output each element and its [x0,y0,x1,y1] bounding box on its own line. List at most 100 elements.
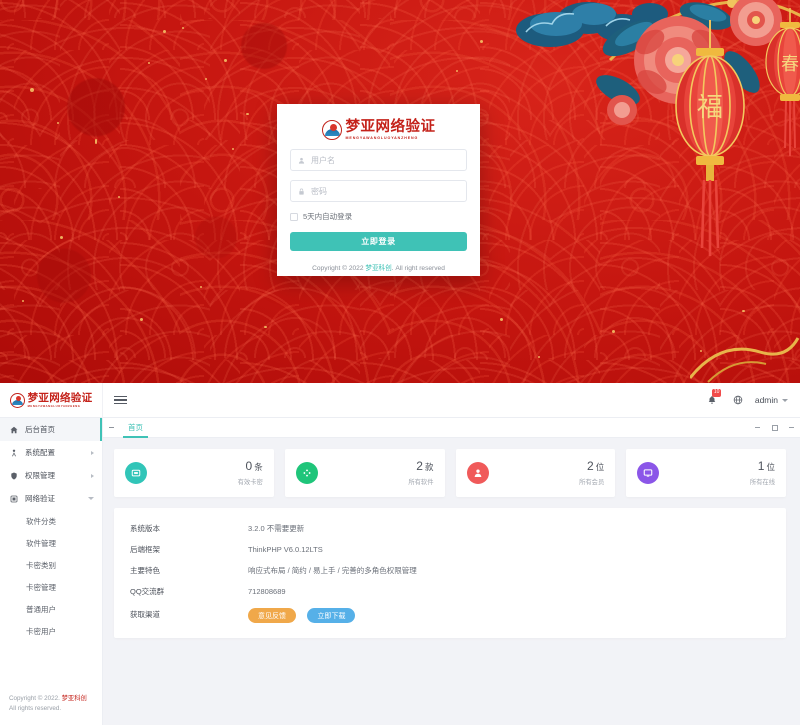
stat-label: 有效卡密 [237,479,263,487]
hamburger-icon[interactable] [103,383,137,418]
sidebar-footer-suffix: All rights reserved. [9,705,62,713]
stat-value: 2 [587,458,594,473]
sidebar-subitem-label: 软件管理 [26,538,56,548]
login-screen: 福 春 梦亚网络验证 MENGYAWANGLUOYANZHENG 用户名 5天内… [0,0,800,383]
sidebar-item-label: 系统配置 [25,448,55,457]
admin-header: 梦亚网络验证 MENGYAWANGLUOYANZHENG 10 admin [0,383,800,418]
login-brand: 梦亚网络验证 MENGYAWANGLUOYANZHENG [290,116,467,141]
sidebar-item-label: 权限管理 [25,471,55,480]
lantern-decoration-small: 春 [765,8,800,156]
sidebar-subitem-card-user[interactable]: 卡密用户 [0,620,102,642]
info-row: QQ交流群 712808689 [114,581,786,602]
stat-card-all-online[interactable]: 1位 所有在线 [626,449,786,497]
stat-unit: 位 [595,461,605,472]
stat-label: 所有会员 [579,479,605,487]
username-field[interactable] [290,149,467,172]
download-button[interactable]: 立即下载 [307,608,356,624]
stat-label: 所有在线 [749,479,775,487]
stat-card-valid-cards[interactable]: 0条 有效卡密 [114,449,274,497]
info-value: 3.2.0 不需要更新 [248,524,305,533]
login-card: 梦亚网络验证 MENGYAWANGLUOYANZHENG 用户名 5天内自动登录… [277,104,480,276]
sidebar-item-network-auth[interactable]: 网络验证 [0,487,102,510]
system-info-panel: 系统版本 3.2.0 不需要更新 后端框架 ThinkPHP V6.0.12LT… [114,508,786,638]
tab-home[interactable]: 首页 [119,418,152,438]
stat-label: 所有软件 [408,479,434,487]
admin-dashboard: 梦亚网络验证 MENGYAWANGLUOYANZHENG 10 admin 后台… [0,383,800,725]
lock-icon [291,188,311,195]
info-value: 712808689 [248,587,286,596]
feedback-button[interactable]: 意见反馈 [248,608,296,624]
password-field[interactable] [290,180,467,203]
sidebar-subitem-card-category[interactable]: 卡密类别 [0,554,102,576]
person-gear-icon [8,449,19,457]
brand-logo-icon [321,120,342,141]
sidebar-subitem-software-manage[interactable]: 软件管理 [0,532,102,554]
sidebar-subitem-label: 卡密用户 [26,626,56,636]
header-brand-subtitle: MENGYAWANGLUOYANZHENG [27,404,81,408]
network-shield-icon [8,495,19,503]
sidebar-footer-brand: 梦亚科创 [61,694,87,702]
content-area: 首页 0条 有效卡密 2 款 所有软件 2 位 所有会员 1 位 所有在线 系统… [103,418,800,725]
sidebar-subitem-software-category[interactable]: 软件分类 [0,510,102,532]
sidebar-item-dashboard[interactable]: 后台首页 [0,418,102,441]
stat-card-all-software[interactable]: 2款 所有软件 [284,449,445,497]
info-key: 主要特色 [130,566,160,575]
tab-options-button[interactable] [783,418,800,438]
info-row: 后端框架 ThinkPHP V6.0.12LTS [114,539,786,560]
sidebar-item-permission[interactable]: 权限管理 [0,464,102,487]
username-input[interactable] [311,150,466,171]
tab-label: 首页 [128,423,143,432]
brand-title: 梦亚网络验证 [345,119,436,135]
info-key: 系统版本 [130,524,160,533]
stat-unit: 款 [424,461,434,472]
info-row: 主要特色 响应式布局 / 简约 / 易上手 / 完善的多角色权限管理 [114,560,786,581]
gold-swirl-decoration [690,337,800,383]
bell-icon[interactable]: 10 [699,383,725,418]
remember-me-checkbox[interactable] [290,212,298,221]
tab-bar-controls [749,418,800,438]
tab-scroll-left-button[interactable] [103,418,119,438]
tab-scroll-right-button[interactable] [749,418,766,438]
notification-badge: 10 [711,388,722,397]
user-icon [291,157,311,164]
card-icon [125,462,147,484]
svg-text:福: 福 [697,93,723,123]
sidebar-item-system-config[interactable]: 系统配置 [0,441,102,464]
sidebar-subitem-normal-user[interactable]: 普通用户 [0,598,102,620]
sidebar-item-label: 网络验证 [25,494,55,503]
info-row-channel: 获取渠道 意见反馈 立即下载 [114,602,786,626]
password-input[interactable] [311,181,466,202]
stat-card-all-members[interactable]: 2位 所有会员 [455,449,616,497]
stat-value: 0 [245,458,253,473]
tab-refresh-button[interactable] [766,418,783,438]
sidebar-subitem-card-manage[interactable]: 卡密管理 [0,576,102,598]
info-key: 后端框架 [130,545,160,554]
chevron-right-icon [91,450,94,455]
sidebar: 后台首页 系统配置 权限管理 网络验证 软件分类 软件管理 卡密类别 卡密管理 … [0,418,103,725]
info-value: ThinkPHP V6.0.12LTS [248,545,323,554]
sidebar-subitem-label: 卡密管理 [26,582,56,592]
stat-value: 2 [416,458,423,473]
header-brand-title: 梦亚网络验证 [27,391,93,404]
user-menu[interactable]: admin [751,383,800,418]
header-logo[interactable]: 梦亚网络验证 MENGYAWANGLUOYANZHENG [0,383,103,418]
sidebar-footer-copyright: Copyright © 2022. 梦亚科创 All rights reserv… [0,684,102,725]
login-copyright-suffix: . All right reserved [391,265,445,273]
brand-subtitle: MENGYAWANGLUOYANZHENG [345,135,419,140]
stat-cards-row: 0条 有效卡密 2款 所有软件 2 位 所有会员 1 位 所有在线 [103,438,800,497]
sidebar-subitem-label: 卡密类别 [26,560,56,570]
brand-logo-icon [9,392,25,408]
monitor-icon [637,462,660,484]
chevron-right-icon [91,473,94,478]
remember-me-row[interactable]: 5天内自动登录 [290,211,467,222]
sidebar-subitem-label: 普通用户 [26,604,56,614]
chevron-down-icon [88,497,94,500]
login-submit-button[interactable]: 立即登录 [290,232,467,252]
remember-me-label: 5天内自动登录 [303,212,353,222]
globe-icon[interactable] [725,383,751,418]
stat-value: 1 [757,458,765,473]
home-icon [8,426,19,434]
user-icon [466,462,489,484]
tab-bar: 首页 [103,418,800,438]
sidebar-item-label: 后台首页 [25,425,55,434]
